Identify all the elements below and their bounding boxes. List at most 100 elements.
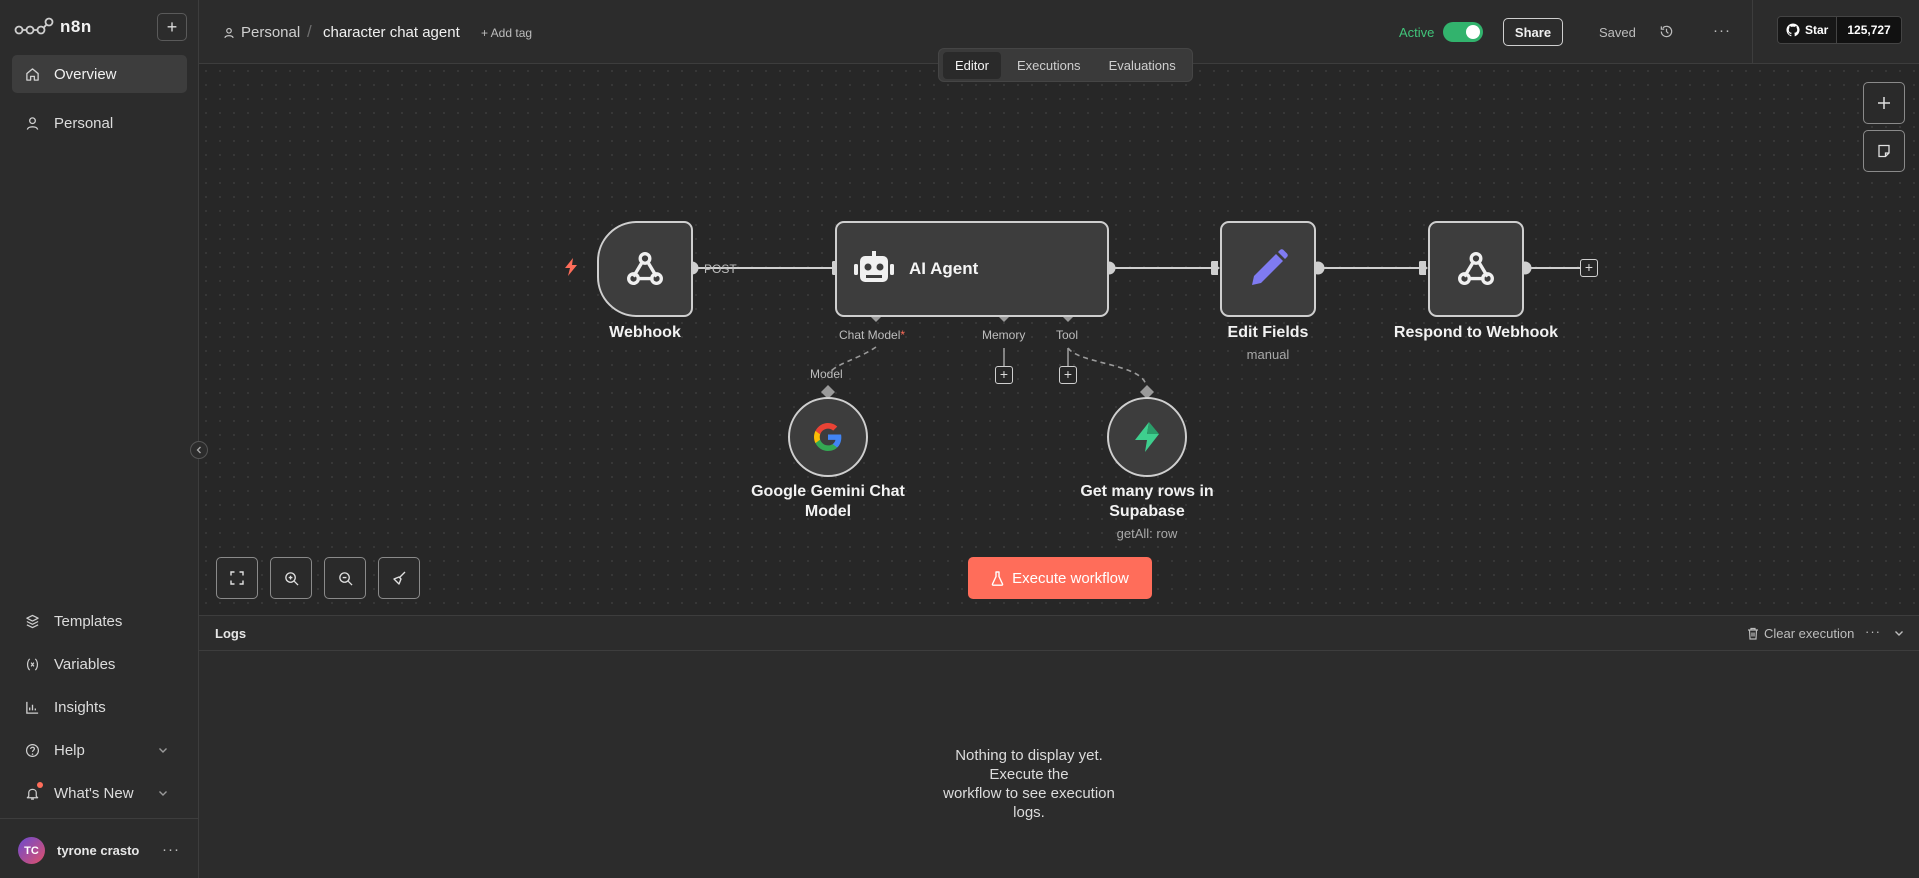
add-tag-button[interactable]: + Add tag	[481, 26, 532, 40]
add-memory-button[interactable]: +	[995, 366, 1013, 384]
node-title: Webhook	[609, 324, 681, 341]
logs-empty-line: Nothing to display yet. Execute the	[955, 747, 1103, 783]
sidebar-item-overview[interactable]: Overview	[12, 55, 187, 93]
workflow-name[interactable]: character chat agent	[323, 24, 460, 41]
help-icon	[24, 742, 40, 758]
tool-port-label: Tool	[1056, 328, 1079, 342]
user-menu-button[interactable]: ···	[162, 841, 180, 858]
connection-label-post: POST	[704, 262, 737, 276]
pencil-icon	[1252, 249, 1288, 285]
chat-model-port-label: Chat Model*	[839, 328, 906, 342]
connection-tool	[1067, 347, 1147, 387]
sidebar: n8n + Overview Personal Templates Variab…	[0, 0, 199, 878]
zoom-in-button[interactable]	[270, 557, 312, 599]
zoom-out-button[interactable]	[324, 557, 366, 599]
saved-status: Saved	[1599, 25, 1636, 40]
user-profile[interactable]: TC tyrone crasto	[18, 837, 139, 864]
execute-workflow-label: Execute workflow	[1012, 569, 1129, 587]
plus-icon	[1878, 97, 1890, 109]
broom-icon	[393, 571, 406, 585]
node-supabase[interactable]	[1107, 397, 1187, 477]
fit-view-icon	[230, 571, 244, 585]
user-icon	[224, 27, 234, 38]
sidebar-item-label: Insights	[54, 698, 106, 716]
add-tool-button[interactable]: +	[1059, 366, 1077, 384]
share-button[interactable]: Share	[1503, 18, 1563, 46]
workflow-canvas[interactable]: Webhook POST AI Agent Chat Model* Memory…	[199, 64, 1919, 615]
webhook-icon	[627, 251, 663, 286]
execute-workflow-button[interactable]: Execute workflow	[968, 557, 1152, 599]
sidebar-item-label: Variables	[54, 655, 116, 673]
sidebar-item-label: Personal	[54, 114, 114, 132]
sidebar-item-variables[interactable]: Variables	[12, 645, 187, 683]
github-star-button[interactable]: Star 125,727	[1777, 16, 1902, 44]
zoom-in-icon	[284, 571, 299, 586]
clear-execution-label: Clear execution	[1764, 626, 1855, 641]
breadcrumb-separator: /	[307, 22, 312, 41]
sidebar-item-templates[interactable]: Templates	[12, 602, 187, 640]
sidebar-item-personal[interactable]: Personal	[12, 104, 187, 142]
node-edit-fields[interactable]	[1220, 221, 1316, 317]
workflow-menu-button[interactable]: ···	[1713, 22, 1731, 39]
sidebar-item-whats-new[interactable]: What's New	[12, 774, 187, 812]
tidy-up-button[interactable]	[378, 557, 420, 599]
webhook-icon	[1458, 251, 1494, 286]
node-title: Edit Fields	[1227, 324, 1309, 341]
node-title: Google Gemini Chat Model	[751, 483, 905, 520]
logs-menu-button[interactable]: ···	[1865, 624, 1881, 639]
sticky-note-icon	[1878, 144, 1890, 158]
node-title: Respond to Webhook	[1393, 324, 1559, 341]
user-icon	[24, 115, 40, 131]
github-star-count: 125,727	[1836, 17, 1901, 43]
node-google-gemini[interactable]	[788, 397, 868, 477]
logs-panel: Logs Clear execution ··· Nothing to disp…	[199, 615, 1919, 878]
node-respond-to-webhook[interactable]	[1428, 221, 1524, 317]
sidebar-item-insights[interactable]: Insights	[12, 688, 187, 726]
model-port-label: Model	[810, 367, 843, 381]
node-ai-agent[interactable]: AI Agent	[835, 221, 1109, 317]
tab-executions[interactable]: Executions	[1005, 52, 1093, 79]
zoom-out-icon	[338, 571, 353, 586]
github-star-label: Star	[1805, 23, 1829, 37]
collapse-sidebar-button[interactable]	[190, 441, 208, 459]
notification-dot	[37, 782, 43, 788]
sticky-note-button[interactable]	[1863, 130, 1905, 172]
sidebar-item-label: Templates	[54, 612, 123, 630]
home-icon	[24, 66, 40, 82]
robot-icon	[854, 251, 894, 282]
google-icon	[814, 423, 842, 451]
node-webhook[interactable]	[597, 221, 693, 317]
add-node-panel-button[interactable]	[1863, 82, 1905, 124]
create-new-button[interactable]: +	[157, 13, 187, 41]
collapse-logs-button[interactable]	[1893, 626, 1905, 644]
node-title: AI Agent	[909, 259, 979, 278]
brand-logo[interactable]: n8n	[14, 14, 92, 40]
logs-title: Logs	[215, 626, 247, 641]
history-icon[interactable]	[1659, 24, 1674, 44]
n8n-logo-icon	[14, 17, 54, 35]
avatar: TC	[18, 837, 45, 864]
add-node-button[interactable]: +	[1580, 259, 1598, 277]
memory-port-label: Memory	[982, 328, 1026, 342]
tab-editor[interactable]: Editor	[943, 51, 1001, 79]
brand-name: n8n	[60, 17, 92, 36]
clear-execution-button[interactable]: Clear execution	[1747, 626, 1854, 641]
variables-icon	[24, 656, 40, 672]
logs-header[interactable]: Logs Clear execution ···	[199, 616, 1919, 651]
active-toggle[interactable]	[1443, 22, 1483, 42]
sidebar-item-label: What's New	[54, 784, 134, 802]
sidebar-item-help[interactable]: Help	[12, 731, 187, 769]
sidebar-divider	[0, 818, 199, 819]
breadcrumb-project[interactable]: Personal	[223, 24, 300, 41]
header-divider	[1752, 0, 1753, 64]
active-label: Active	[1399, 25, 1435, 40]
chevron-down-icon	[157, 786, 169, 803]
chevron-down-icon	[1895, 631, 1903, 636]
zoom-to-fit-button[interactable]	[216, 557, 258, 599]
templates-icon	[24, 613, 40, 629]
trigger-bolt-icon	[565, 258, 577, 276]
github-star: Star	[1778, 17, 1837, 43]
tab-evaluations[interactable]: Evaluations	[1097, 52, 1188, 79]
node-title: Get many rows in Supabase	[1080, 483, 1214, 520]
sidebar-item-label: Overview	[54, 65, 117, 83]
